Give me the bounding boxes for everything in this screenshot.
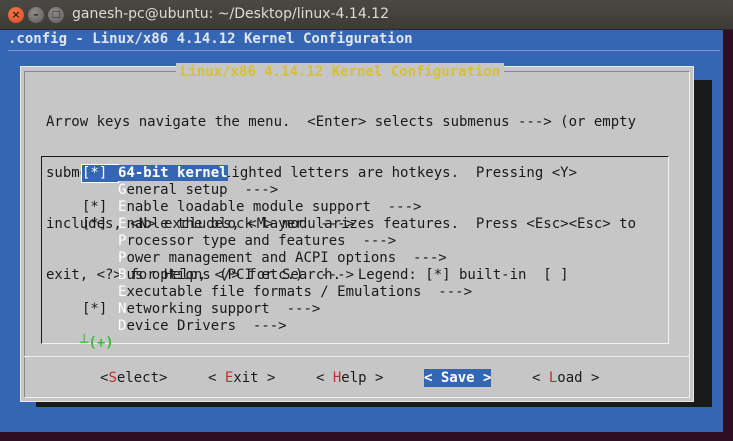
menu-item-processor-type[interactable]: Processor type and features ---> — [82, 233, 472, 250]
menu-list: [*] 64-bit kernel General setup ---> [*] E… — [81, 164, 472, 335]
menu-item-label: eneral setup ---> — [126, 182, 279, 198]
exit-button[interactable]: < Exit > — [208, 369, 275, 387]
menu-item-label: evice Drivers ---> — [126, 318, 287, 334]
menu-item-networking[interactable]: [*] Networking support ---> — [82, 301, 472, 318]
menu-item-bus-options[interactable]: Bus options (PCI etc.) ---> — [82, 267, 472, 284]
menu-item-label: etworking support ---> — [126, 301, 321, 317]
button-label: elect> — [116, 370, 168, 386]
button-label: ave > — [449, 370, 492, 386]
menu-item-checkbox[interactable]: [*] — [81, 164, 119, 183]
terminal-edge-bottom — [0, 432, 733, 441]
window-titlebar[interactable]: × – □ ganesh-pc@ubuntu: ~/Desktop/linux-… — [0, 0, 733, 30]
close-icon: × — [11, 8, 21, 21]
menu-item-label: nable loadable module support ---> — [126, 199, 422, 215]
button-row-divider — [24, 356, 690, 357]
menu-item-label: nable the block layer ---> — [126, 216, 355, 232]
dialog-title: Linux/x86 4.14.12 Kernel Configuration — [176, 63, 505, 81]
menu-item-executable-formats[interactable]: Executable file formats / Emulations ---… — [82, 284, 472, 301]
menu-item-label: 4-bit kernel — [126, 165, 228, 181]
button-bracket: < — [532, 370, 549, 386]
menu-item-label: rocessor type and features ---> — [126, 233, 397, 249]
menu-item-block-layer[interactable]: [*] Enable the block layer ---> — [82, 216, 472, 233]
maximize-icon: □ — [51, 10, 61, 20]
menu-item-64bit-kernel[interactable]: [*] 64-bit kernel — [81, 164, 472, 183]
button-bracket: < — [208, 370, 225, 386]
menu-item-checkbox[interactable]: [*] — [82, 216, 118, 233]
window-close-button[interactable]: × — [8, 7, 24, 23]
window-title: ganesh-pc@ubuntu: ~/Desktop/linux-4.14.1… — [72, 6, 389, 22]
menu-item-loadable-modules[interactable]: [*] Enable loadable module support ---> — [82, 199, 472, 216]
terminal-edge-right — [723, 30, 733, 441]
button-label: elp > — [341, 370, 384, 386]
help-button[interactable]: < Help > — [316, 369, 383, 387]
button-bracket: < — [424, 370, 441, 386]
button-bracket: < — [316, 370, 333, 386]
load-button[interactable]: < Load > — [532, 369, 599, 387]
menu-item-label: us options (PCI etc.) ---> — [126, 267, 355, 283]
menu-item-checkbox[interactable]: [*] — [82, 199, 118, 216]
config-header: .config - Linux/x86 4.14.12 Kernel Confi… — [8, 31, 413, 47]
minimize-icon: – — [33, 8, 39, 21]
button-label: oad > — [557, 370, 600, 386]
save-button[interactable]: < Save > — [424, 369, 492, 387]
more-items-indicator: ┴(+) — [80, 335, 114, 351]
menu-item-power-management[interactable]: Power management and ACPI options ---> — [82, 250, 472, 267]
menu-item-device-drivers[interactable]: Device Drivers ---> — [82, 318, 472, 335]
menu-item-label: xecutable file formats / Emulations ---> — [126, 284, 473, 300]
header-divider — [8, 50, 720, 51]
button-hotkey: S — [108, 370, 117, 386]
window-maximize-button[interactable]: □ — [48, 7, 64, 23]
window-minimize-button[interactable]: – — [28, 7, 44, 23]
menu-item-label: ower management and ACPI options ---> — [126, 250, 447, 266]
button-label: xit > — [233, 370, 276, 386]
select-button[interactable]: <Select> — [100, 369, 167, 387]
help-line: Arrow keys navigate the menu. <Enter> se… — [46, 114, 637, 130]
menu-item-general-setup[interactable]: General setup ---> — [82, 182, 472, 199]
menu-item-checkbox[interactable]: [*] — [82, 301, 118, 318]
